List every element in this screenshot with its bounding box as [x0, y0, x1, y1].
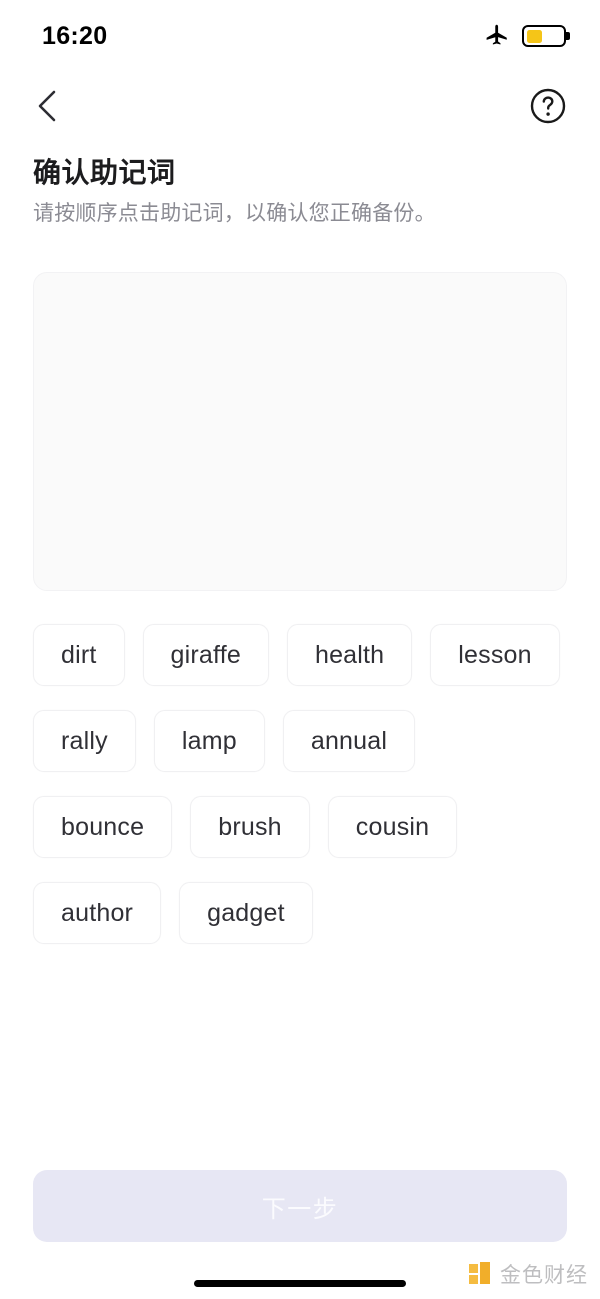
word-chip[interactable]: gadget: [179, 882, 313, 944]
battery-fill: [526, 29, 543, 43]
word-chip[interactable]: giraffe: [142, 624, 269, 686]
page-title: 确认助记词: [33, 157, 176, 188]
word-chip[interactable]: rally: [33, 710, 136, 772]
watermark: 金色财经: [469, 1259, 588, 1289]
next-button[interactable]: 下一步: [33, 1170, 567, 1242]
header-block: 确认助记词 请按顺序点击助记词，以确认您正确备份。: [33, 155, 567, 229]
word-chip[interactable]: brush: [190, 796, 310, 858]
status-indicators: [484, 21, 566, 52]
chevron-left-icon: [38, 90, 56, 122]
app-screen: 16:20 确认助记词 请按顺序点击助记词，以确认您正确备份。 dirt gir…: [0, 0, 600, 1299]
word-chip[interactable]: cousin: [327, 796, 458, 858]
selected-words-area[interactable]: [33, 272, 567, 591]
word-chip[interactable]: lamp: [153, 710, 265, 772]
back-button[interactable]: [24, 82, 72, 130]
status-bar: 16:20: [0, 0, 600, 72]
word-chip[interactable]: health: [286, 624, 413, 686]
airplane-icon: [484, 21, 510, 52]
navigation-bar: [0, 72, 600, 140]
question-circle-icon: [530, 88, 566, 124]
word-chip[interactable]: author: [33, 882, 162, 944]
help-button[interactable]: [524, 82, 572, 130]
word-chip[interactable]: lesson: [430, 624, 560, 686]
word-chip[interactable]: dirt: [33, 624, 125, 686]
jinse-logo-icon: [469, 1262, 493, 1286]
word-chip[interactable]: bounce: [33, 796, 173, 858]
watermark-text: 金色财经: [500, 1264, 588, 1287]
page-subtitle: 请按顺序点击助记词，以确认您正确备份。: [33, 202, 436, 226]
home-indicator[interactable]: [194, 1280, 406, 1287]
battery-icon: [522, 25, 566, 47]
status-time: 16:20: [42, 21, 108, 50]
word-chip[interactable]: annual: [282, 710, 416, 772]
word-pool: dirt giraffe health lesson rally lamp an…: [33, 624, 567, 944]
